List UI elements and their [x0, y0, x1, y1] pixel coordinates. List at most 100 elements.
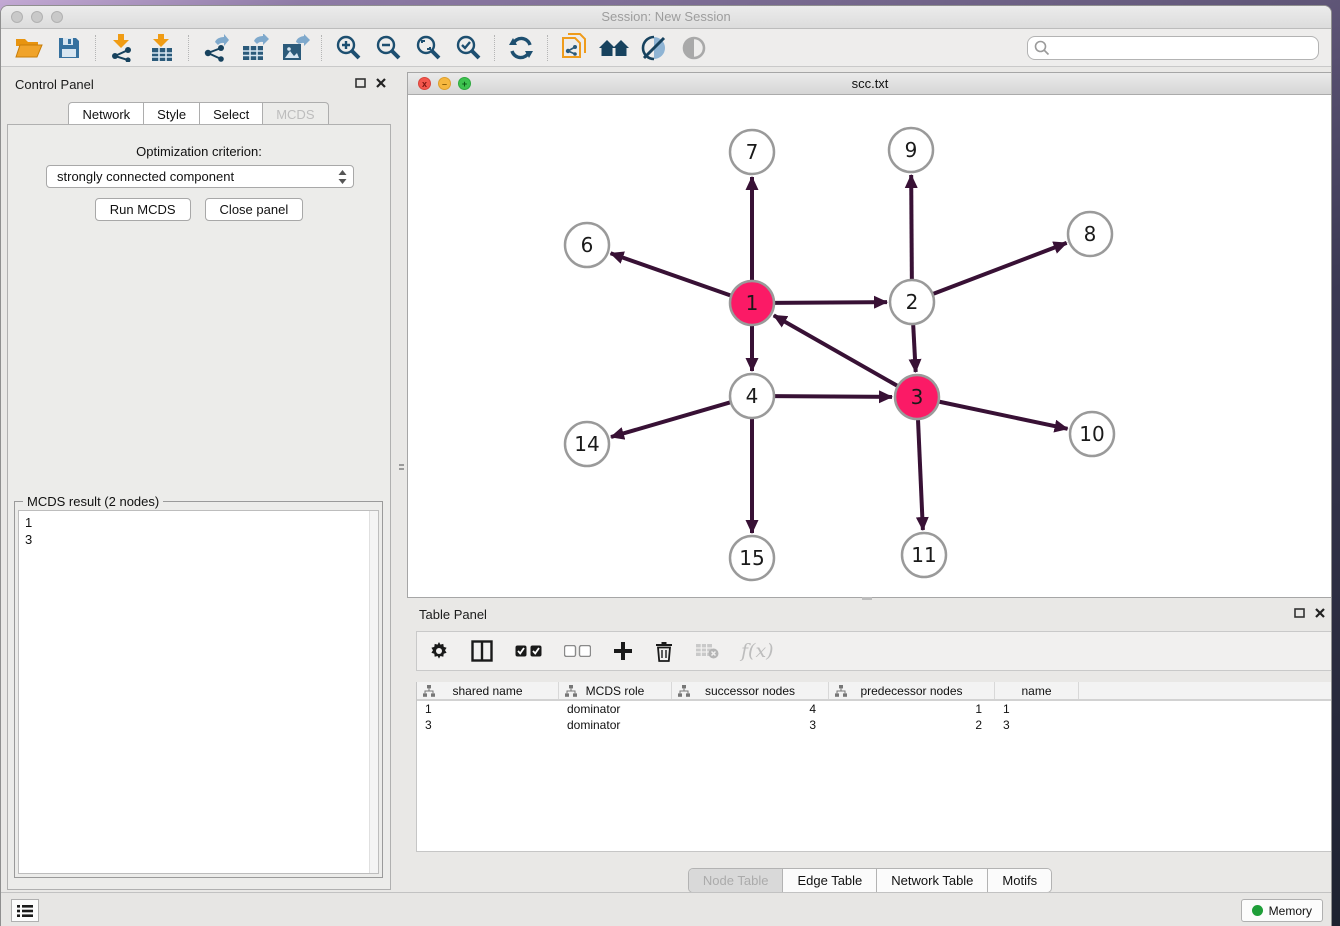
- graph-node-1[interactable]: 1: [730, 281, 774, 325]
- zoom-fit-button[interactable]: [408, 32, 448, 64]
- checked-boxes-icon: [515, 645, 542, 657]
- table-cell[interactable]: 1: [995, 701, 1079, 717]
- graph-node-10[interactable]: 10: [1070, 412, 1114, 456]
- task-history-button[interactable]: [11, 899, 39, 922]
- edge-1-6[interactable]: [611, 253, 731, 295]
- memory-label: Memory: [1269, 904, 1312, 918]
- export-image-button[interactable]: [275, 32, 315, 64]
- result-scrollbar[interactable]: [369, 511, 378, 873]
- tab-node-table[interactable]: Node Table: [689, 869, 784, 892]
- hide-graphics-button[interactable]: [634, 32, 674, 64]
- table-cell[interactable]: dominator: [559, 701, 672, 717]
- zoom-out-button[interactable]: [368, 32, 408, 64]
- delete-table-button[interactable]: [695, 643, 719, 659]
- edge-2-8[interactable]: [933, 243, 1066, 294]
- gear-icon: [429, 641, 449, 661]
- unselect-all-columns-button[interactable]: [564, 645, 591, 657]
- table-settings-button[interactable]: [429, 641, 449, 661]
- edge-1-2[interactable]: [775, 302, 887, 303]
- table-row[interactable]: 3dominator323: [417, 717, 1331, 733]
- graph-node-2[interactable]: 2: [890, 280, 934, 324]
- float-panel-icon[interactable]: [1294, 608, 1305, 618]
- export-network-button[interactable]: [195, 32, 235, 64]
- graph-node-15[interactable]: 15: [730, 536, 774, 580]
- refresh-icon: [508, 35, 534, 61]
- graph-node-9[interactable]: 9: [889, 128, 933, 172]
- edge-4-3[interactable]: [775, 396, 892, 397]
- memory-button[interactable]: Memory: [1241, 899, 1323, 922]
- select-all-columns-button[interactable]: [515, 645, 542, 657]
- zoom-in-button[interactable]: [328, 32, 368, 64]
- tab-motifs[interactable]: Motifs: [988, 869, 1051, 892]
- column-header-filler: [1079, 682, 1331, 699]
- column-label: predecessor nodes: [860, 684, 962, 698]
- column-header-successor-nodes[interactable]: successor nodes: [672, 682, 829, 699]
- home-layout-button[interactable]: [594, 32, 634, 64]
- export-table-icon: [240, 34, 270, 62]
- graph-node-3[interactable]: 3: [895, 375, 939, 419]
- network-graph-canvas[interactable]: 7 9 6 8 1 2 4 3 14 10 15 11: [408, 95, 1332, 597]
- table-cell[interactable]: 1: [829, 701, 995, 717]
- table-cell[interactable]: 4: [672, 701, 829, 717]
- export-image-icon: [280, 34, 310, 62]
- desktop: Session: New Session Control Pan: [0, 0, 1340, 926]
- mcds-panel: Optimization criterion: strongly connect…: [7, 124, 391, 890]
- edge-3-1[interactable]: [774, 315, 897, 385]
- table-cell[interactable]: 3: [417, 717, 559, 733]
- node-label: 11: [911, 543, 936, 567]
- tab-network-table[interactable]: Network Table: [877, 869, 988, 892]
- export-table-button[interactable]: [235, 32, 275, 64]
- table-cell[interactable]: 3: [995, 717, 1079, 733]
- save-icon: [57, 36, 81, 60]
- graph-node-11[interactable]: 11: [902, 533, 946, 577]
- table-cell[interactable]: 1: [417, 701, 559, 717]
- splitter-handle[interactable]: [396, 462, 407, 470]
- graph-node-14[interactable]: 14: [565, 422, 609, 466]
- open-session-button[interactable]: [9, 32, 49, 64]
- refresh-button[interactable]: [501, 32, 541, 64]
- close-panel-icon[interactable]: [1315, 608, 1325, 618]
- table-panel: Table Panel f(x) shared nameMCDS rol: [407, 601, 1332, 898]
- column-header-name[interactable]: name: [995, 682, 1079, 699]
- show-graphics-button[interactable]: [674, 32, 714, 64]
- close-panel-icon[interactable]: [376, 78, 386, 88]
- edge-3-10[interactable]: [940, 402, 1068, 429]
- horizontal-splitter-handle[interactable]: [862, 597, 872, 600]
- column-header-predecessor-nodes[interactable]: predecessor nodes: [829, 682, 995, 699]
- close-panel-button[interactable]: Close panel: [205, 198, 304, 221]
- save-session-button[interactable]: [49, 32, 89, 64]
- mcds-result-title: MCDS result (2 nodes): [23, 494, 163, 509]
- import-network-button[interactable]: [102, 32, 142, 64]
- show-column-pane-button[interactable]: [471, 640, 493, 662]
- clone-network-button[interactable]: [554, 32, 594, 64]
- graph-node-4[interactable]: 4: [730, 374, 774, 418]
- column-label: MCDS role: [586, 684, 645, 698]
- create-column-button[interactable]: [613, 641, 633, 661]
- column-header-mcds-role[interactable]: MCDS role: [559, 682, 672, 699]
- table-cell[interactable]: 2: [829, 717, 995, 733]
- graph-node-6[interactable]: 6: [565, 223, 609, 267]
- table-cell[interactable]: dominator: [559, 717, 672, 733]
- import-table-button[interactable]: [142, 32, 182, 64]
- graph-node-8[interactable]: 8: [1068, 212, 1112, 256]
- zoom-selected-button[interactable]: [448, 32, 488, 64]
- vertical-splitter[interactable]: [396, 68, 407, 898]
- criterion-dropdown[interactable]: strongly connected component: [46, 165, 354, 188]
- tab-edge-table[interactable]: Edge Table: [783, 869, 877, 892]
- edge-2-3[interactable]: [913, 325, 915, 372]
- node-label: 3: [911, 385, 924, 409]
- graph-node-7[interactable]: 7: [730, 130, 774, 174]
- edge-3-11[interactable]: [918, 420, 923, 530]
- edge-4-14[interactable]: [611, 402, 730, 437]
- search-input[interactable]: [1027, 36, 1319, 60]
- delete-table-icon: [695, 643, 719, 659]
- column-header-shared-name[interactable]: shared name: [417, 682, 559, 699]
- mcds-result-area[interactable]: 1 3: [18, 510, 379, 874]
- delete-column-button[interactable]: [655, 641, 673, 662]
- edge-2-9[interactable]: [911, 175, 912, 279]
- table-row[interactable]: 1dominator411: [417, 701, 1331, 717]
- function-builder-button[interactable]: f(x): [741, 640, 774, 662]
- float-panel-icon[interactable]: [355, 78, 366, 88]
- table-cell[interactable]: 3: [672, 717, 829, 733]
- run-mcds-button[interactable]: Run MCDS: [95, 198, 191, 221]
